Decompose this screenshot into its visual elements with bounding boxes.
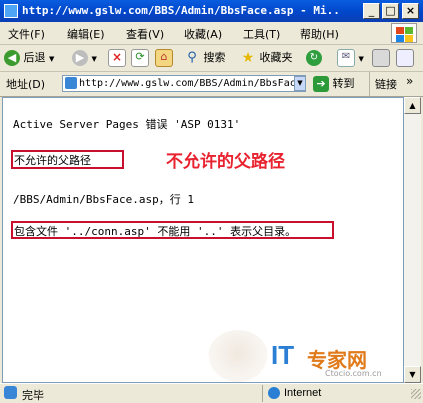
edit-button[interactable] bbox=[396, 49, 414, 67]
back-label: 后退 bbox=[23, 51, 46, 64]
watermark-figure bbox=[208, 330, 268, 382]
back-button[interactable]: ◀ 后退 ▼ bbox=[4, 49, 54, 67]
edit-page-icon bbox=[396, 49, 414, 67]
zone-label: Internet bbox=[284, 387, 322, 399]
mail-icon: ✉ bbox=[337, 49, 355, 67]
favorites-button[interactable]: ★ 收藏夹 bbox=[240, 49, 293, 67]
menu-bar: 文件(F) 编辑(E) 查看(V) 收藏(A) 工具(T) 帮助(H) bbox=[0, 22, 423, 45]
chevron-down-icon: ▼ bbox=[91, 55, 97, 63]
forward-button[interactable]: ▶ ▼ bbox=[72, 49, 97, 67]
maximize-button[interactable]: □ bbox=[382, 3, 399, 19]
back-arrow-icon: ◀ bbox=[4, 50, 20, 66]
home-button[interactable]: ⌂ bbox=[155, 49, 173, 67]
close-button[interactable]: × bbox=[402, 3, 419, 19]
stop-icon: × bbox=[108, 49, 126, 67]
watermark-it: IT bbox=[271, 340, 295, 370]
error-detail: 包含文件 '../conn.asp' 不能用 '..' 表示父目录。 bbox=[14, 225, 297, 238]
favorites-label: 收藏夹 bbox=[259, 51, 293, 64]
mail-button[interactable]: ✉ ▼ bbox=[337, 49, 364, 67]
home-icon: ⌂ bbox=[155, 49, 173, 67]
minimize-button[interactable]: _ bbox=[363, 3, 380, 19]
vertical-scrollbar[interactable]: ▲ ▼ bbox=[404, 97, 421, 383]
status-text: 完毕 bbox=[22, 389, 44, 402]
refresh-button[interactable]: ⟳ bbox=[131, 49, 149, 67]
go-label: 转到 bbox=[332, 77, 355, 90]
page-icon bbox=[65, 77, 77, 89]
search-icon: ⚲ bbox=[187, 50, 197, 65]
title-bar[interactable]: http://www.gslw.com/BBS/Admin/BbsFace.as… bbox=[0, 0, 423, 22]
page-icon bbox=[4, 386, 17, 399]
scroll-down-button[interactable]: ▼ bbox=[404, 366, 421, 383]
error-heading: Active Server Pages 错误 'ASP 0131' bbox=[13, 118, 241, 131]
page-viewport[interactable]: Active Server Pages 错误 'ASP 0131' 不允许的父路… bbox=[2, 97, 404, 383]
stop-button[interactable]: × bbox=[108, 49, 126, 67]
error-location: /BBS/Admin/BbsFace.asp，行 1 bbox=[13, 193, 194, 206]
address-url: http://www.gslw.com/BBS/Admin/BbsFac bbox=[79, 78, 296, 89]
watermark-site: Ctocio.com.cn bbox=[325, 369, 382, 378]
history-icon: ↻ bbox=[306, 50, 322, 66]
annotation-label: 不允许的父路径 bbox=[166, 152, 285, 172]
divider bbox=[262, 385, 263, 402]
chevron-down-icon: ▼ bbox=[358, 55, 364, 63]
forward-arrow-icon: ▶ bbox=[72, 50, 88, 66]
windows-logo-icon bbox=[391, 23, 417, 43]
chevron-double-right-icon[interactable]: » bbox=[406, 74, 413, 88]
menu-file[interactable]: 文件(F) bbox=[8, 26, 45, 42]
search-button[interactable]: ⚲ 搜索 bbox=[184, 49, 226, 67]
menu-favorites[interactable]: 收藏(A) bbox=[184, 26, 222, 42]
error-title: 不允许的父路径 bbox=[14, 154, 91, 167]
address-label: 地址(D) bbox=[6, 78, 46, 91]
menu-view[interactable]: 查看(V) bbox=[126, 26, 164, 42]
history-button[interactable]: ↻ bbox=[306, 49, 322, 67]
print-icon bbox=[372, 49, 390, 67]
star-icon: ★ bbox=[241, 50, 255, 66]
resize-grip[interactable] bbox=[411, 389, 421, 399]
search-label: 搜索 bbox=[203, 51, 226, 64]
refresh-icon: ⟳ bbox=[131, 49, 149, 67]
chevron-down-icon: ▼ bbox=[49, 55, 55, 63]
window-title: http://www.gslw.com/BBS/Admin/BbsFace.as… bbox=[22, 4, 342, 17]
scroll-up-button[interactable]: ▲ bbox=[404, 97, 421, 114]
divider bbox=[369, 72, 370, 96]
status-bar: 完毕 Internet bbox=[0, 383, 423, 403]
address-bar: 地址(D) http://www.gslw.com/BBS/Admin/BbsF… bbox=[0, 72, 423, 97]
address-dropdown-chevron-down-icon[interactable]: ▼ bbox=[294, 76, 306, 91]
menu-tools[interactable]: 工具(T) bbox=[243, 26, 280, 42]
go-button[interactable]: ➔ 转到 bbox=[313, 75, 355, 92]
go-arrow-icon: ➔ bbox=[313, 76, 329, 92]
ie-app-icon bbox=[4, 4, 18, 18]
address-input[interactable]: http://www.gslw.com/BBS/Admin/BbsFac bbox=[62, 75, 306, 92]
menu-edit[interactable]: 编辑(E) bbox=[67, 26, 105, 42]
print-button[interactable] bbox=[372, 49, 390, 67]
standard-toolbar: ◀ 后退 ▼ ▶ ▼ × ⟳ ⌂ ⚲ 搜索 ★ 收藏夹 ↻ ✉ ▼ bbox=[0, 45, 423, 72]
menu-help[interactable]: 帮助(H) bbox=[300, 26, 339, 42]
internet-zone-icon bbox=[268, 387, 280, 399]
links-button[interactable]: 链接 bbox=[375, 76, 397, 92]
